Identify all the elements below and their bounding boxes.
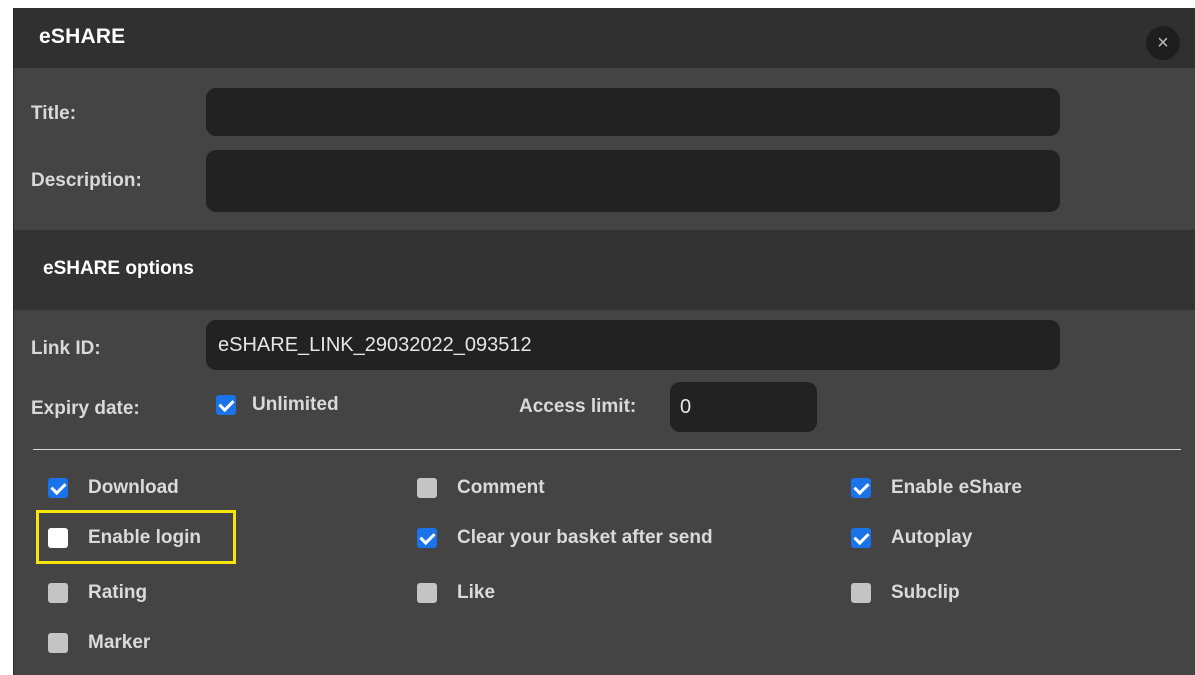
options-section-header: eSHARE options (14, 230, 1195, 310)
access-limit-label: Access limit: (519, 396, 637, 417)
close-icon[interactable]: × (1146, 26, 1180, 60)
checkbox-checked-icon (48, 478, 68, 498)
checkbox-unchecked-icon (48, 583, 68, 603)
title-input[interactable] (206, 88, 1060, 136)
description-input[interactable] (206, 150, 1060, 212)
checkbox-checked-icon (417, 528, 437, 548)
like-label: Like (457, 582, 496, 603)
access-limit-input[interactable] (670, 382, 817, 432)
checkbox-unchecked-icon (851, 583, 871, 603)
subclip-checkbox[interactable]: Subclip (851, 582, 960, 604)
expiry-date-label: Expiry date: (31, 398, 140, 419)
autoplay-checkbox[interactable]: Autoplay (851, 527, 972, 549)
checkbox-unchecked-icon (417, 478, 437, 498)
options-section-title: eSHARE options (43, 258, 194, 279)
checkbox-unchecked-icon (417, 583, 437, 603)
download-checkbox[interactable]: Download (48, 477, 179, 499)
clear-basket-label: Clear your basket after send (457, 527, 713, 548)
checkbox-checked-icon (851, 478, 871, 498)
unlimited-checkbox[interactable]: Unlimited (216, 394, 339, 416)
comment-label: Comment (457, 477, 545, 498)
checkbox-checked-icon (216, 395, 236, 415)
like-checkbox[interactable]: Like (417, 582, 495, 604)
link-id-input[interactable] (206, 320, 1060, 370)
divider (33, 449, 1181, 450)
enable-eshare-checkbox[interactable]: Enable eShare (851, 477, 1022, 499)
link-id-label: Link ID: (31, 338, 101, 359)
description-label: Description: (31, 170, 142, 191)
download-label: Download (88, 477, 179, 498)
highlight-box (36, 510, 236, 564)
checkbox-checked-icon (851, 528, 871, 548)
dialog-titlebar: eSHARE × (14, 8, 1195, 68)
title-label: Title: (31, 103, 77, 124)
unlimited-label: Unlimited (252, 394, 339, 415)
marker-checkbox[interactable]: Marker (48, 632, 150, 654)
subclip-label: Subclip (891, 582, 960, 603)
eshare-dialog: eSHARE × Title: Description: eSHARE opti… (13, 8, 1195, 675)
dialog-title: eSHARE (39, 25, 126, 48)
comment-checkbox[interactable]: Comment (417, 477, 545, 499)
marker-label: Marker (88, 632, 151, 653)
rating-label: Rating (88, 582, 148, 603)
enable-eshare-label: Enable eShare (891, 477, 1022, 498)
rating-checkbox[interactable]: Rating (48, 582, 147, 604)
checkbox-unchecked-icon (48, 633, 68, 653)
clear-basket-checkbox[interactable]: Clear your basket after send (417, 527, 713, 549)
autoplay-label: Autoplay (891, 527, 973, 548)
